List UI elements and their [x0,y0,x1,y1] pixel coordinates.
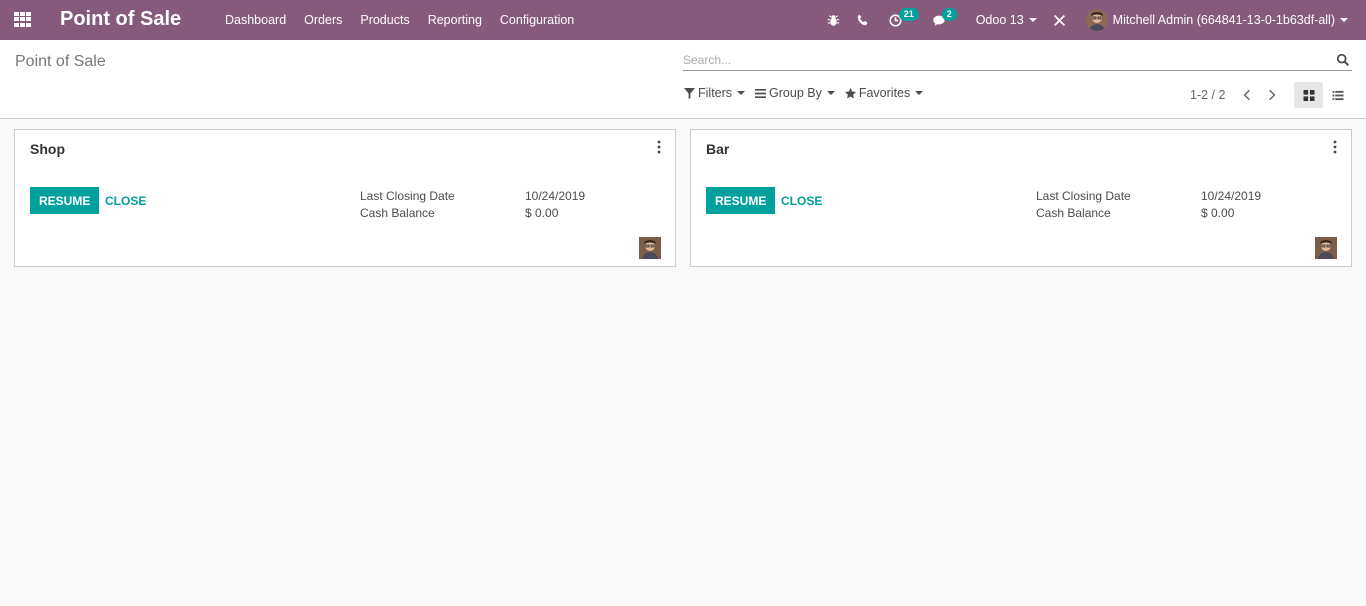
kanban-view-button[interactable] [1294,82,1323,108]
bug-icon [827,14,839,26]
card-title[interactable]: Shop [30,141,65,157]
search-input[interactable] [683,50,1323,70]
search-options: Filters Group By Favorites [684,86,933,100]
view-switcher [1294,82,1352,108]
website-editor-button[interactable] [1053,14,1066,27]
debug-button[interactable] [827,14,840,27]
chevron-down-icon [915,91,924,95]
menu-orders[interactable]: Orders [295,13,351,27]
avatar[interactable] [639,237,661,259]
menu-reporting[interactable]: Reporting [419,13,491,27]
user-menu[interactable]: Mitchell Admin (664841-13-0-1b63df-all) [1085,9,1348,31]
cash-balance-label: Cash Balance [360,206,435,220]
pos-card-bar: Bar RESUME CLOSE Last Closing Date 10/24… [690,129,1352,267]
top-navbar: Point of Sale Dashboard Orders Products … [0,0,1366,40]
cash-balance-value: $ 0.00 [1201,206,1235,220]
menu-configuration[interactable]: Configuration [491,13,583,27]
resume-button[interactable]: RESUME [706,187,776,214]
filters-label: Filters [698,86,733,100]
vertical-dots-icon[interactable] [656,140,662,154]
database-name: Odoo 13 [975,13,1024,27]
closing-date-value: 10/24/2019 [525,189,586,203]
breadcrumb: Point of Sale [15,53,106,70]
cash-balance-label: Cash Balance [1036,206,1111,220]
avatar[interactable] [1315,237,1337,259]
avatar [1085,9,1108,31]
cash-balance-row: Cash Balance $ 0.00 [1036,205,1261,222]
list-bars-icon [755,88,767,98]
closing-date-row: Last Closing Date 10/24/2019 [1036,188,1261,205]
pager-value[interactable]: 1-2 / 2 [1190,88,1225,102]
closing-date-value: 10/24/2019 [1201,189,1262,203]
chevron-down-icon [737,91,746,95]
chevron-down-icon [1028,18,1037,22]
close-x-icon [1053,14,1065,26]
systray: 21 2 Odoo 13 Mitchell Admin (664841-13-0… [827,0,1366,40]
kanban-view-icon [1303,89,1314,101]
chevron-left-icon [1244,89,1251,101]
resume-button[interactable]: RESUME [30,187,100,214]
apps-icon[interactable] [14,12,31,27]
pager-next-button[interactable] [1262,87,1282,103]
database-switcher[interactable]: Odoo 13 [976,13,1037,27]
user-name: Mitchell Admin (664841-13-0-1b63df-all) [1112,13,1335,27]
search-bar [683,50,1352,71]
filter-icon [684,87,695,99]
cash-balance-value: $ 0.00 [525,206,559,220]
closing-date-row: Last Closing Date 10/24/2019 [360,188,585,205]
activity-menu[interactable]: 21 [889,7,919,27]
cash-balance-row: Cash Balance $ 0.00 [360,205,585,222]
filters-dropdown[interactable]: Filters [684,86,746,100]
chevron-right-icon [1269,89,1276,101]
chevron-down-icon [826,91,835,95]
pos-card-shop: Shop RESUME CLOSE Last Closing Date 10/2… [14,129,676,267]
search-icon[interactable] [1336,53,1350,67]
menu-dashboard[interactable]: Dashboard [216,13,295,27]
vertical-dots-icon[interactable] [1332,140,1338,154]
phone-icon [857,14,868,26]
list-view-button[interactable] [1323,82,1352,108]
chevron-down-icon [1340,18,1348,22]
session-info: Last Closing Date 10/24/2019 Cash Balanc… [360,188,585,222]
list-view-icon [1332,90,1343,100]
close-session-button[interactable]: CLOSE [99,187,152,214]
card-title[interactable]: Bar [706,141,729,157]
groupby-label: Group By [769,86,822,100]
groupby-dropdown[interactable]: Group By [755,86,835,100]
star-icon [844,87,856,98]
control-panel: Point of Sale Filters Group By Favorites… [0,40,1366,119]
main-menu: Dashboard Orders Products Reporting Conf… [216,0,583,40]
closing-date-label: Last Closing Date [1036,189,1131,203]
close-session-button[interactable]: CLOSE [775,187,828,214]
favorites-label: Favorites [858,86,911,100]
voip-button[interactable] [857,14,869,26]
app-title: Point of Sale [60,8,182,30]
favorites-dropdown[interactable]: Favorites [844,86,924,100]
closing-date-label: Last Closing Date [360,189,455,203]
messaging-menu[interactable]: 2 [932,7,957,27]
activity-count-badge: 21 [898,7,919,21]
menu-products[interactable]: Products [351,13,418,27]
pager-previous-button[interactable] [1237,87,1257,103]
session-info: Last Closing Date 10/24/2019 Cash Balanc… [1036,188,1261,222]
message-count-badge: 2 [941,7,957,21]
pager: 1-2 / 2 [1190,87,1282,103]
